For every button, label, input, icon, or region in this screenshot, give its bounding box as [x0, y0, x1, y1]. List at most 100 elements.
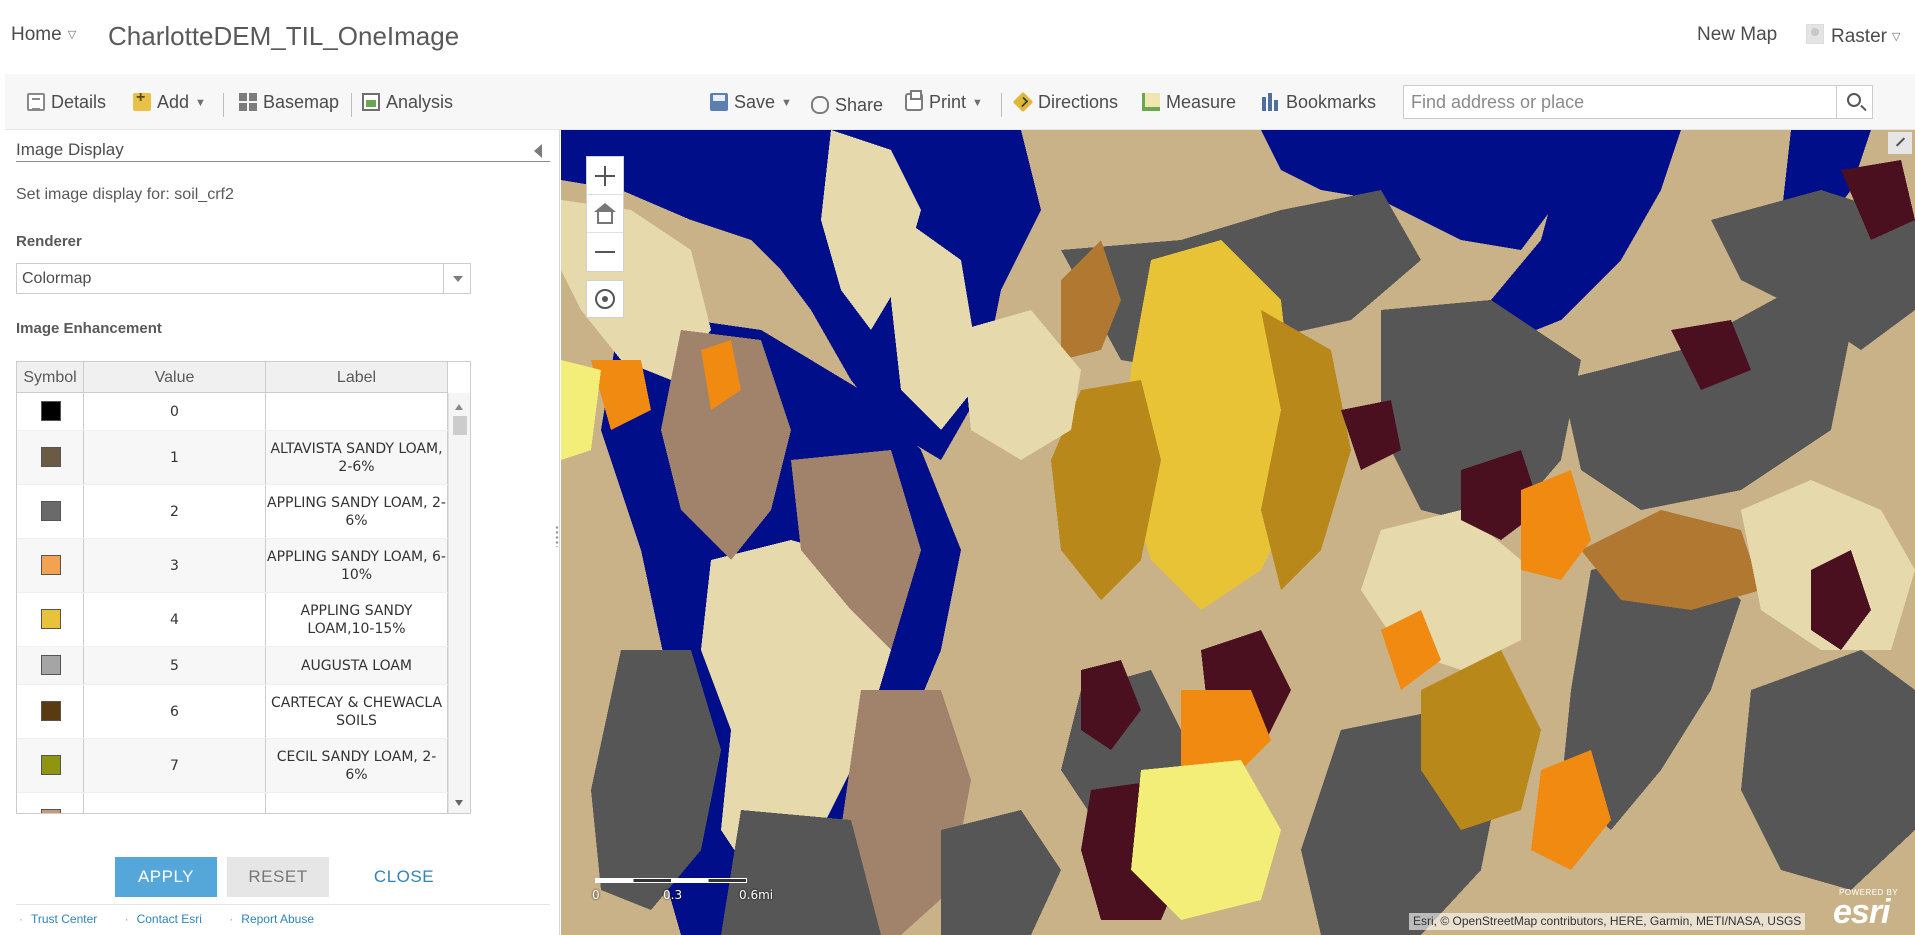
table-scrollbar[interactable] [448, 393, 470, 813]
new-map-link[interactable]: New Map [1697, 24, 1777, 46]
locate-button[interactable] [586, 280, 624, 318]
save-icon [710, 93, 728, 111]
edit-icon[interactable] [1888, 132, 1912, 154]
label-cell: APPLING SANDY LOAM, 6-10% [266, 539, 448, 592]
apply-button[interactable]: APPLY [115, 857, 217, 897]
measure-icon [1142, 93, 1160, 111]
scale-label: 0 [592, 888, 600, 902]
analysis-icon [362, 93, 380, 111]
symbol-cell [17, 793, 84, 813]
color-swatch[interactable] [41, 555, 61, 575]
label-cell [266, 393, 448, 430]
scroll-up-icon[interactable] [455, 404, 463, 410]
measure-button[interactable]: Measure [1142, 92, 1236, 113]
symbol-cell [17, 539, 84, 592]
color-swatch[interactable] [41, 609, 61, 629]
zoom-in-button[interactable] [587, 157, 623, 195]
directions-button[interactable]: Directions [1012, 91, 1119, 113]
symbol-cell [17, 393, 84, 430]
label-cell: ALTAVISTA SANDY LOAM, 2-6% [266, 431, 448, 484]
value-cell: 0 [84, 393, 266, 430]
analysis-label: Analysis [386, 92, 454, 112]
print-icon [905, 90, 923, 111]
label-cell: APPLING SANDY LOAM, 2-6% [266, 485, 448, 538]
toolbar-divider [1001, 93, 1002, 117]
print-label: Print [929, 92, 967, 112]
details-button[interactable]: Details [27, 92, 106, 113]
share-button[interactable]: Share [811, 92, 883, 116]
divider [16, 904, 550, 905]
value-cell: 3 [84, 539, 266, 592]
map-attribution: Esri, © OpenStreetMap contributors, HERE… [1409, 913, 1806, 930]
directions-icon [1012, 91, 1034, 113]
symbol-cell [17, 431, 84, 484]
add-icon [133, 89, 151, 111]
zoom-out-button[interactable] [587, 233, 623, 271]
zoom-control [586, 156, 624, 272]
value-cell: 5 [84, 647, 266, 684]
soil-raster-layer [561, 130, 1915, 935]
collapse-arrow-icon[interactable] [534, 144, 542, 158]
toolbar-divider [351, 93, 352, 117]
scroll-down-icon[interactable] [455, 800, 463, 806]
table-row[interactable]: 8CECIL SANDY LOAM, 6 [17, 793, 448, 813]
value-cell: 8 [84, 793, 266, 813]
chevron-down-icon: ▼ [972, 97, 983, 109]
search-button[interactable] [1836, 86, 1872, 118]
close-button[interactable]: CLOSE [354, 857, 454, 897]
reset-button[interactable]: RESET [227, 857, 329, 897]
table-row[interactable]: 3 APPLING SANDY LOAM, 6-10% [17, 539, 448, 593]
trust-center-link[interactable]: Trust Center [19, 912, 97, 926]
divider [16, 161, 550, 162]
table-row[interactable]: 1 ALTAVISTA SANDY LOAM, 2-6% [17, 431, 448, 485]
color-swatch[interactable] [41, 447, 61, 467]
report-abuse-link[interactable]: Report Abuse [229, 912, 314, 926]
value-cell: 1 [84, 431, 266, 484]
scale-label: 0.6mi [739, 888, 774, 902]
color-swatch[interactable] [41, 809, 61, 813]
column-header-value: Value [84, 362, 266, 393]
home-menu[interactable]: Home ▽ [11, 24, 76, 46]
panel-title: Image Display [16, 140, 124, 159]
map-toolbar: Details Add ▼ Basemap Analysis Save ▼ Shar… [5, 74, 1915, 130]
table-row[interactable]: 5 AUGUSTA LOAM [17, 647, 448, 685]
label-cell: CECIL SANDY LOAM, 6 [266, 793, 448, 813]
color-swatch[interactable] [41, 501, 61, 521]
measure-label: Measure [1166, 92, 1237, 112]
table-row[interactable]: 6 CARTECAY & CHEWACLA SOILS [17, 685, 448, 739]
color-swatch[interactable] [41, 655, 61, 675]
color-swatch[interactable] [41, 401, 61, 421]
footer-links: Trust Center Contact Esri Report Abuse [19, 912, 338, 926]
basemap-button[interactable]: Basemap [239, 92, 339, 113]
analysis-button[interactable]: Analysis [362, 92, 453, 113]
table-row[interactable]: 0 [17, 393, 448, 431]
symbol-cell [17, 739, 84, 792]
table-row[interactable]: 7 CECIL SANDY LOAM, 2-6% [17, 739, 448, 793]
value-cell: 4 [84, 593, 266, 646]
chevron-down-icon: ▽ [67, 29, 77, 41]
add-button[interactable]: Add ▼ [133, 89, 206, 113]
renderer-select[interactable]: Colormap [16, 263, 471, 294]
table-header: Symbol Value Label [17, 362, 448, 393]
directions-label: Directions [1038, 92, 1119, 112]
label-cell: AUGUSTA LOAM [266, 647, 448, 684]
color-swatch[interactable] [41, 755, 61, 775]
bookmarks-button[interactable]: Bookmarks [1262, 92, 1376, 113]
user-menu[interactable]: Raster ▽ [1806, 24, 1900, 48]
table-row[interactable]: 4 APPLING SANDY LOAM,10-15% [17, 593, 448, 647]
default-extent-button[interactable] [587, 195, 623, 233]
label-cell: APPLING SANDY LOAM,10-15% [266, 593, 448, 646]
scrollbar-thumb[interactable] [453, 416, 467, 435]
panel-resize-handle[interactable] [555, 525, 559, 547]
esri-logo[interactable]: POWERED BY esri [1831, 887, 1905, 931]
save-button[interactable]: Save ▼ [710, 92, 792, 113]
scale-bar [595, 878, 747, 883]
print-button[interactable]: Print ▼ [905, 90, 983, 113]
color-swatch[interactable] [41, 701, 61, 721]
contact-esri-link[interactable]: Contact Esri [125, 912, 202, 926]
image-enhancement-label: Image Enhancement [16, 320, 162, 337]
search-input[interactable] [1404, 86, 1829, 118]
map-view[interactable]: 0 0.3 0.6mi Esri, © OpenStreetMap contri… [561, 130, 1915, 935]
toolbar-divider [223, 93, 224, 117]
table-row[interactable]: 2 APPLING SANDY LOAM, 2-6% [17, 485, 448, 539]
